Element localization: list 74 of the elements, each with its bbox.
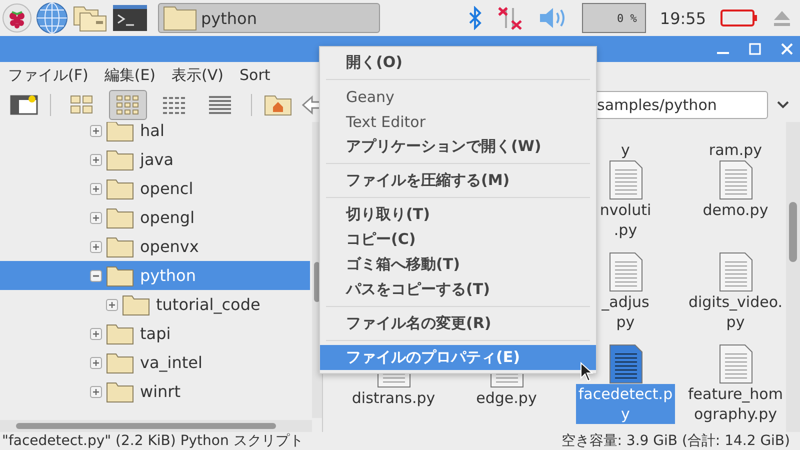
folder-icon xyxy=(106,322,134,344)
tree-item[interactable]: openvx xyxy=(0,232,310,261)
disk-space-text: 空き容量: 3.9 GiB (合計: 14.2 GiB) xyxy=(561,432,790,450)
expand-icon[interactable] xyxy=(90,212,102,224)
expand-icon[interactable] xyxy=(90,154,102,166)
tree-item[interactable]: opengl xyxy=(0,203,310,232)
detail-list-icon xyxy=(208,95,232,115)
sidebar-toggle-icon[interactable] xyxy=(10,94,38,116)
file-name: y xyxy=(620,140,631,160)
file-name: demo.py xyxy=(702,200,770,220)
home-folder-icon[interactable] xyxy=(264,94,292,116)
clock[interactable]: 19:55 xyxy=(660,8,706,28)
expand-icon[interactable] xyxy=(90,124,102,136)
mouse-cursor-icon xyxy=(580,362,594,382)
file-name: edge.py xyxy=(475,388,538,409)
task-button[interactable]: python xyxy=(158,3,380,33)
network-disconnected-icon[interactable] xyxy=(496,4,524,32)
context-menu-item[interactable]: アプリケーションで開く(W) xyxy=(320,134,596,159)
large-icons-icon xyxy=(70,95,94,115)
file-item[interactable]: feature_hom ography.py xyxy=(683,344,788,432)
bluetooth-icon[interactable] xyxy=(468,6,482,30)
folder-icon xyxy=(106,148,134,170)
tree-item[interactable]: tutorial_code xyxy=(0,290,310,319)
context-menu-item[interactable]: 開く(O) xyxy=(320,50,596,75)
tree-item[interactable]: opencl xyxy=(0,174,310,203)
compact-list-icon xyxy=(162,95,186,115)
file-name: distrans.py xyxy=(350,388,436,409)
view-mode-button[interactable] xyxy=(109,90,147,120)
collapse-icon[interactable] xyxy=(90,270,102,282)
file-name: ram.py xyxy=(708,140,764,160)
folder-icon xyxy=(122,294,150,316)
small-icons-icon xyxy=(116,95,140,115)
file-name: digits_video. py xyxy=(687,292,784,332)
tree-item[interactable]: java xyxy=(0,145,310,174)
raspberry-icon[interactable] xyxy=(2,3,32,33)
menu-item[interactable]: 編集(E) xyxy=(104,66,156,84)
file-name: _adjus py xyxy=(600,292,650,332)
folder-icon xyxy=(106,236,134,258)
folder-icon xyxy=(106,352,134,374)
file-name: nvoluti .py xyxy=(598,200,652,240)
file-item[interactable]: ram.py xyxy=(683,122,788,160)
globe-icon[interactable] xyxy=(36,2,68,34)
file-name: facedetect.p y xyxy=(576,384,675,424)
tree-item[interactable]: tapi xyxy=(0,319,310,348)
folder-icon xyxy=(106,206,134,228)
folder-icon xyxy=(106,264,134,286)
expand-icon[interactable] xyxy=(90,356,102,368)
cpu-monitor[interactable]: 0 % xyxy=(582,3,646,33)
folder-icon xyxy=(106,122,134,142)
file-name: feature_hom ography.py xyxy=(687,384,784,424)
expand-icon[interactable] xyxy=(90,328,102,340)
horizontal-scrollbar[interactable] xyxy=(0,420,312,432)
folder-icon xyxy=(106,178,134,200)
expand-icon[interactable] xyxy=(90,182,102,194)
dropdown-chevron-icon[interactable] xyxy=(776,100,790,110)
menu-item[interactable]: 表示(V) xyxy=(172,66,224,84)
maximize-icon[interactable] xyxy=(748,42,762,56)
file-item[interactable]: demo.py xyxy=(683,160,788,252)
folder-icon xyxy=(106,380,134,402)
battery-icon[interactable] xyxy=(720,8,758,28)
close-icon[interactable] xyxy=(780,42,794,56)
file-item[interactable]: digits_video. py xyxy=(683,252,788,344)
menu-item[interactable]: ファイル(F) xyxy=(8,66,88,84)
tree-item[interactable]: va_intel xyxy=(0,348,310,377)
tree-item[interactable]: hal xyxy=(0,122,310,145)
expand-icon[interactable] xyxy=(90,240,102,252)
menu-item[interactable]: Sort xyxy=(240,66,270,84)
tree-item[interactable]: winrt xyxy=(0,377,310,406)
scrollbar[interactable] xyxy=(786,122,800,432)
expand-icon[interactable] xyxy=(90,386,102,398)
terminal-icon[interactable] xyxy=(112,4,148,32)
folder-icon xyxy=(163,5,197,31)
expand-icon[interactable] xyxy=(106,298,118,310)
status-text: "facedetect.py" (2.2 KiB) Python スクリプト xyxy=(2,432,304,450)
